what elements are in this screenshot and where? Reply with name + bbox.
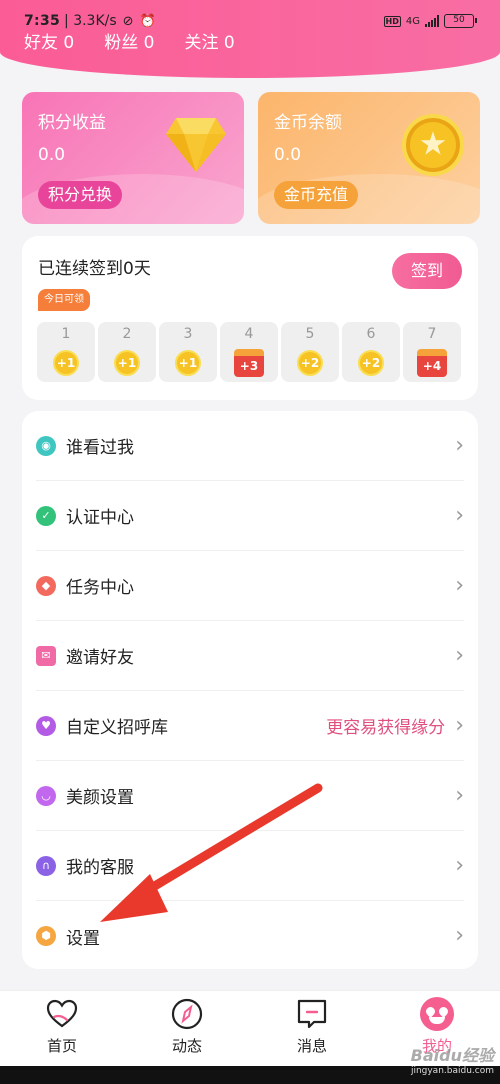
menu-item-verification-center[interactable]: ✓ 认证中心 › xyxy=(36,481,464,551)
heart-chat-icon: ♥ xyxy=(36,715,56,736)
menu-item-task-center[interactable]: ◆ 任务中心 › xyxy=(36,551,464,621)
tab-messages[interactable]: 消息 xyxy=(262,997,362,1056)
menu-item-label: 认证中心 xyxy=(66,508,134,528)
chevron-right-icon: › xyxy=(455,923,464,948)
chevron-right-icon: › xyxy=(455,852,464,878)
tab-label: 首页 xyxy=(46,1037,77,1055)
hd-badge: HD xyxy=(383,15,401,27)
shield-check-icon: ✓ xyxy=(36,505,56,526)
checkin-days: 1 +1 2 +1 3 +1 4 +3 5 +2 6 +2 7 +4 xyxy=(37,322,461,382)
today-available-tip: 今日可领 xyxy=(38,289,90,311)
signal-icon xyxy=(425,15,439,27)
gear-hexagon-icon: ⬢ xyxy=(36,926,56,946)
greetings-promo-text: 更容易获得缘分 xyxy=(326,718,446,738)
menu-item-label: 自定义招呼库 xyxy=(66,718,168,738)
menu-item-label: 设置 xyxy=(66,928,100,949)
chevron-right-icon: › xyxy=(455,432,464,458)
coin-icon: +1 xyxy=(114,350,140,376)
mute-icon: ⊘ xyxy=(122,13,134,29)
chevron-right-icon: › xyxy=(455,642,464,668)
menu-item-label: 美颜设置 xyxy=(66,788,134,808)
coin-recharge-button[interactable]: 金币充值 xyxy=(274,181,359,209)
chat-bubble-icon xyxy=(297,999,327,1029)
menu-list: ◉ 谁看过我 › ✓ 认证中心 › ◆ 任务中心 › ✉ 邀请好友 › ♥ 自定… xyxy=(22,411,478,969)
chevron-right-icon: › xyxy=(455,502,464,528)
menu-item-invite-friends[interactable]: ✉ 邀请好友 › xyxy=(36,621,464,691)
smile-face-icon: ◡ xyxy=(36,785,56,806)
eye-icon: ◉ xyxy=(36,435,56,456)
following-count[interactable]: 关注 0 xyxy=(184,28,234,53)
watermark: Baidu经验 jingyan.baidu.com xyxy=(410,1046,494,1076)
gold-coin-icon: ★ xyxy=(402,114,464,176)
day-number: 2 xyxy=(122,326,132,342)
checkin-day[interactable]: 4 +3 xyxy=(220,322,278,382)
network-type: 4G xyxy=(405,15,420,27)
chevron-right-icon: › xyxy=(455,782,464,808)
checkin-button[interactable]: 签到 xyxy=(392,253,462,289)
day-number: 1 xyxy=(61,326,71,342)
menu-item-beauty-settings[interactable]: ◡ 美颜设置 › xyxy=(36,761,464,831)
checkin-day[interactable]: 1 +1 xyxy=(37,322,95,382)
menu-item-custom-greetings[interactable]: ♥ 自定义招呼库 更容易获得缘分 › xyxy=(36,691,464,761)
diamond-icon xyxy=(166,118,226,172)
tab-label: 消息 xyxy=(296,1037,327,1055)
checkin-day[interactable]: 6 +2 xyxy=(342,322,400,382)
menu-item-label: 谁看过我 xyxy=(66,438,134,458)
treasure-chest-icon: +3 xyxy=(234,349,264,377)
tab-moments[interactable]: 动态 xyxy=(137,997,237,1056)
checkin-day[interactable]: 3 +1 xyxy=(159,322,217,382)
menu-item-label: 我的客服 xyxy=(66,858,134,878)
checkin-streak-title: 已连续签到0天 xyxy=(38,259,151,279)
menu-item-settings[interactable]: ⬢ 设置 › xyxy=(36,901,464,971)
points-exchange-button[interactable]: 积分兑换 xyxy=(38,181,123,209)
status-time: 7:35 xyxy=(24,13,61,29)
alarm-icon: ⏰ xyxy=(139,13,156,29)
treasure-chest-icon: +4 xyxy=(417,349,447,377)
day-number: 6 xyxy=(366,326,376,342)
day-number: 3 xyxy=(183,326,193,342)
headset-icon: ∩ xyxy=(36,855,56,876)
menu-item-who-viewed-me[interactable]: ◉ 谁看过我 › xyxy=(36,411,464,481)
checkin-day[interactable]: 5 +2 xyxy=(281,322,339,382)
checkin-day[interactable]: 2 +1 xyxy=(98,322,156,382)
coin-icon: +2 xyxy=(297,350,323,376)
coin-card[interactable]: 金币余额 0.0 金币充值 ★ xyxy=(258,92,480,224)
diamond-task-icon: ◆ xyxy=(36,575,56,596)
social-counts: 好友 0 粉丝 0 关注 0 xyxy=(24,28,235,53)
status-network-speed: | 3.3K/s xyxy=(64,13,117,29)
day-number: 4 xyxy=(244,326,254,342)
menu-item-label: 任务中心 xyxy=(66,578,134,598)
checkin-day[interactable]: 7 +4 xyxy=(403,322,461,382)
envelope-icon: ✉ xyxy=(36,645,56,666)
coin-icon: +1 xyxy=(53,350,79,376)
menu-item-customer-service[interactable]: ∩ 我的客服 › xyxy=(36,831,464,901)
chevron-right-icon: › xyxy=(455,712,464,738)
compass-icon xyxy=(171,998,203,1030)
points-card[interactable]: 积分收益 0.0 积分兑换 xyxy=(22,92,244,224)
day-number: 7 xyxy=(427,326,437,342)
menu-item-label: 邀请好友 xyxy=(66,648,134,668)
checkin-panel: 已连续签到0天 签到 今日可领 1 +1 2 +1 3 +1 4 +3 5 +2 6 +2 … xyxy=(22,236,478,400)
tab-home[interactable]: 首页 xyxy=(12,997,112,1056)
tab-label: 动态 xyxy=(171,1037,202,1055)
coin-icon: +2 xyxy=(358,350,384,376)
fans-count[interactable]: 粉丝 0 xyxy=(104,28,154,53)
heart-outline-icon xyxy=(46,999,78,1028)
battery-icon: 50 xyxy=(444,14,477,28)
love-eyes-face-icon xyxy=(420,997,454,1031)
coin-icon: +1 xyxy=(175,350,201,376)
day-number: 5 xyxy=(305,326,315,342)
friends-count[interactable]: 好友 0 xyxy=(24,28,74,53)
chevron-right-icon: › xyxy=(455,572,464,598)
